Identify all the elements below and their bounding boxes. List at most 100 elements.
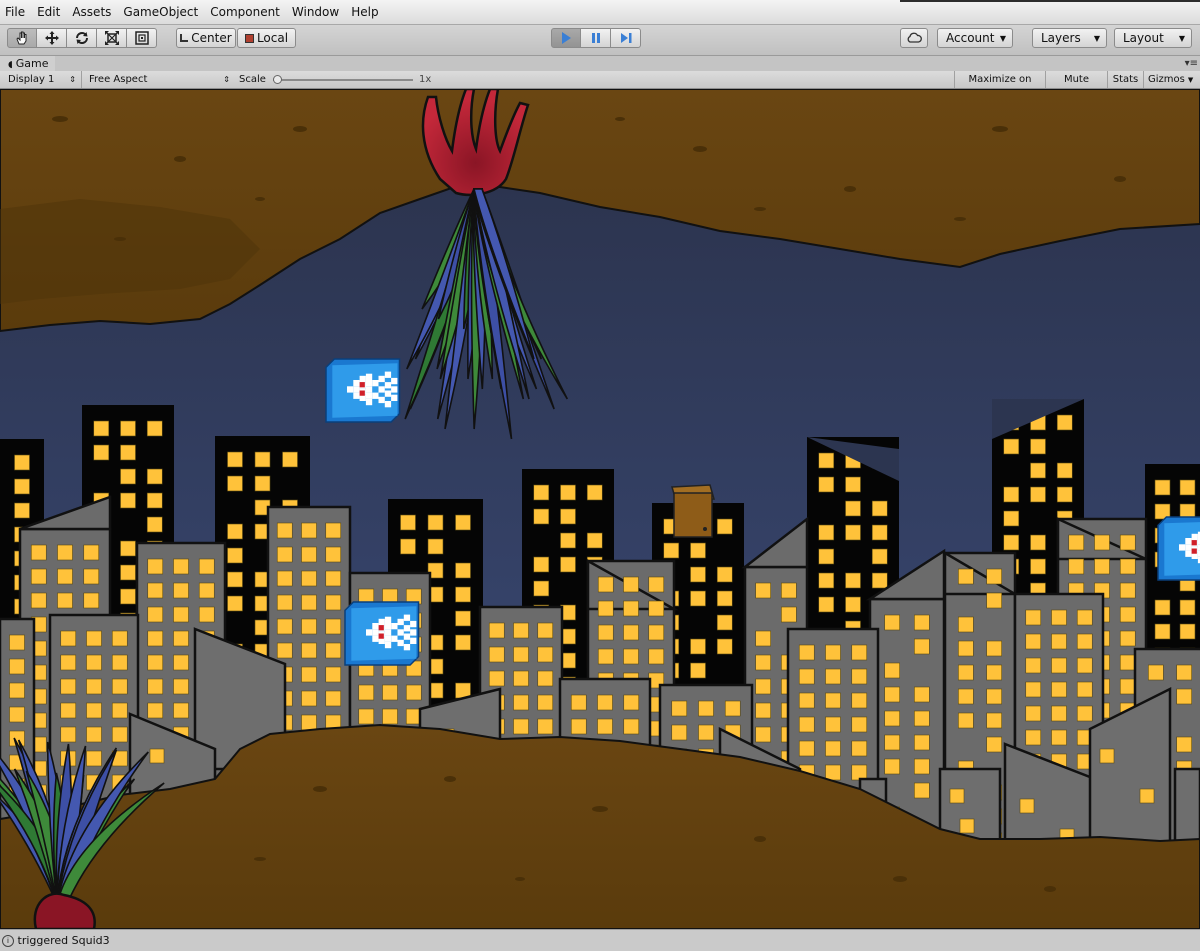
window [690, 566, 706, 583]
stats-toggle[interactable]: Stats [1107, 71, 1143, 88]
window [1051, 681, 1067, 698]
layers-dropdown[interactable]: Layers ▼ [1032, 28, 1107, 48]
window [1148, 664, 1164, 681]
play-button[interactable] [551, 28, 581, 48]
window [623, 576, 639, 593]
pause-button[interactable] [581, 28, 611, 48]
window [173, 702, 189, 719]
window [986, 712, 1002, 729]
game-viewport[interactable] [0, 89, 1200, 929]
window [986, 640, 1002, 657]
window [570, 718, 587, 735]
scale-slider-thumb[interactable] [273, 75, 282, 84]
window [825, 740, 841, 757]
window [533, 556, 550, 573]
window [9, 658, 25, 675]
gizmos-dropdown[interactable]: Gizmos ▼ [1143, 71, 1200, 88]
tab-game[interactable]: ◖ Game [0, 56, 55, 71]
hand-tool-button[interactable] [7, 28, 37, 48]
window [1154, 479, 1171, 496]
step-button[interactable] [611, 28, 641, 48]
move-tool-button[interactable] [37, 28, 67, 48]
layout-dropdown[interactable]: Layout ▼ [1114, 28, 1192, 48]
window [1119, 678, 1136, 695]
window [597, 648, 614, 665]
maximize-on-play-toggle[interactable]: Maximize on Play [954, 71, 1045, 102]
window [845, 476, 861, 493]
window [781, 606, 797, 623]
window [690, 638, 706, 655]
window [798, 740, 815, 757]
status-bar[interactable]: i triggered Squid3 [0, 929, 1200, 951]
cloud-button[interactable] [900, 28, 928, 48]
tab-menu-icon[interactable]: ▾≡ [1185, 56, 1198, 71]
window [1068, 534, 1085, 551]
window [254, 451, 271, 468]
aspect-dropdown[interactable]: Free Aspect ⇕ [82, 71, 232, 88]
menu-edit[interactable]: Edit [32, 0, 67, 24]
window [86, 678, 102, 695]
pivot-center-button[interactable]: Center [176, 28, 236, 48]
window [986, 568, 1002, 585]
game-tab-label: Game [15, 57, 49, 70]
mute-audio-toggle[interactable]: Mute audio [1045, 71, 1107, 102]
window [325, 618, 342, 635]
window [1068, 558, 1085, 575]
window [914, 782, 930, 799]
window [716, 566, 733, 583]
window [537, 622, 554, 639]
menu-window[interactable]: Window [287, 0, 346, 24]
rotate-tool-button[interactable] [67, 28, 97, 48]
window [690, 662, 706, 679]
window [111, 702, 128, 719]
layout-label: Layout [1123, 31, 1164, 45]
window [227, 451, 243, 468]
menu-help[interactable]: Help [346, 0, 385, 24]
pivot-icon [180, 34, 189, 42]
menu-component[interactable]: Component [205, 0, 287, 24]
window [455, 610, 471, 627]
window [111, 654, 128, 671]
window [146, 516, 163, 533]
window [276, 618, 293, 635]
display-dropdown[interactable]: Display 1 ⇕ [0, 71, 82, 88]
chevron-updown-icon: ⇕ [223, 75, 230, 84]
squid-pixel [384, 390, 392, 397]
scale-tool-button[interactable] [97, 28, 127, 48]
window [1051, 609, 1067, 626]
menu-assets[interactable]: Assets [67, 0, 118, 24]
squid-pixel [391, 635, 398, 642]
window [958, 568, 974, 585]
menu-file[interactable]: File [0, 0, 32, 24]
window [86, 702, 102, 719]
window [1003, 486, 1020, 503]
window [93, 420, 110, 437]
window [958, 688, 974, 705]
window [60, 702, 77, 719]
squid-pixel [391, 623, 398, 630]
game-scene [0, 89, 1200, 929]
menu-gameobject[interactable]: GameObject [118, 0, 205, 24]
window [1176, 664, 1192, 681]
rect-tool-button[interactable] [127, 28, 157, 48]
scale-slider[interactable] [273, 71, 413, 88]
window [825, 716, 841, 733]
account-dropdown[interactable]: Account ▼ [937, 28, 1013, 48]
window [147, 678, 164, 695]
window [147, 606, 164, 623]
window [325, 546, 342, 563]
window [1051, 657, 1067, 674]
window [427, 514, 444, 531]
window [382, 708, 398, 725]
window [663, 542, 680, 559]
window [325, 570, 342, 587]
window [488, 622, 505, 639]
squid-pixel [384, 635, 392, 642]
window [1030, 558, 1046, 575]
window [198, 558, 215, 575]
squid-pixel [353, 386, 360, 393]
pivot-local-button[interactable]: Local [237, 28, 296, 48]
window [698, 700, 714, 717]
squid-pixel [403, 625, 411, 632]
window [86, 630, 102, 647]
